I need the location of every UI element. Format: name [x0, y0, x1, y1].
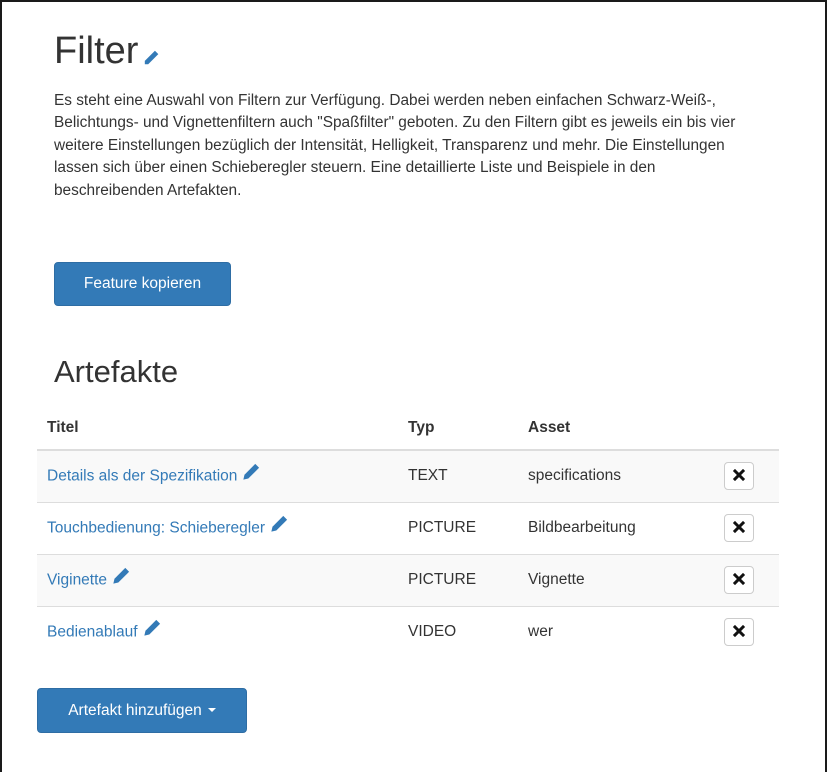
page-title: Filter [54, 28, 160, 76]
feature-title: Filter [54, 30, 139, 72]
table-row: Bedienablauf VIDEO wer [37, 605, 779, 658]
add-artifact-button[interactable]: Artefakt hinzufügen [37, 688, 247, 733]
pencil-icon[interactable] [142, 32, 160, 78]
artifact-title-cell: Details als der Spezifikation [37, 450, 398, 502]
artifact-action-cell [714, 553, 779, 606]
column-header-asset: Asset [518, 406, 714, 451]
close-icon [732, 572, 746, 586]
artifact-title-cell: Viginette [37, 553, 398, 606]
pencil-icon[interactable] [270, 515, 288, 538]
artifact-action-cell [714, 501, 779, 554]
artifact-title-link[interactable]: Details als der Spezifikation [47, 467, 237, 484]
copy-feature-button[interactable]: Feature kopieren [54, 262, 231, 306]
delete-artifact-button[interactable] [724, 514, 754, 542]
delete-artifact-button[interactable] [724, 566, 754, 594]
artifact-type-cell: VIDEO [398, 605, 518, 658]
artifact-action-cell [714, 605, 779, 658]
table-row: Viginette PICTURE Vignette [37, 553, 779, 606]
add-artifact-label: Artefakt hinzufügen [68, 702, 202, 719]
artifact-asset-cell: specifications [518, 450, 714, 502]
column-header-type: Typ [398, 406, 518, 451]
artifact-type-cell: TEXT [398, 450, 518, 502]
feature-description: Es steht eine Auswahl von Filtern zur Ve… [54, 92, 736, 199]
close-icon [732, 520, 746, 534]
artifact-asset-cell: Vignette [518, 553, 714, 606]
column-header-title: Titel [37, 406, 398, 451]
artifact-type-cell: PICTURE [398, 553, 518, 606]
table-row: Details als der Spezifikation TEXT speci… [37, 450, 779, 502]
caret-down-icon [207, 707, 216, 712]
column-header-actions [714, 406, 779, 451]
pencil-icon[interactable] [112, 567, 130, 590]
close-icon [732, 469, 746, 482]
artifact-title-cell: Touchbedienung: Schieberegler [37, 501, 398, 554]
artifact-title-link[interactable]: Touchbedienung: Schieberegler [47, 519, 265, 536]
artifact-asset-cell: Bildbearbeitung [518, 501, 714, 554]
artifact-asset-cell: wer [518, 605, 714, 658]
artifact-title-cell: Bedienablauf [37, 605, 398, 658]
artifacts-table: Titel Typ Asset Details als der Spezifik… [37, 406, 779, 658]
artifact-action-cell [714, 450, 779, 502]
artifact-title-link[interactable]: Bedienablauf [47, 623, 138, 640]
delete-artifact-button[interactable] [724, 618, 754, 647]
artifacts-heading: Artefakte [54, 354, 179, 389]
pencil-icon[interactable] [242, 463, 260, 486]
close-icon [732, 625, 746, 638]
artifact-title-link[interactable]: Viginette [47, 571, 107, 588]
pencil-icon[interactable] [143, 619, 161, 642]
artifact-type-cell: PICTURE [398, 501, 518, 554]
delete-artifact-button[interactable] [724, 462, 754, 491]
table-header-row: Titel Typ Asset [37, 406, 779, 451]
table-row: Touchbedienung: Schieberegler PICTURE Bi… [37, 501, 779, 554]
